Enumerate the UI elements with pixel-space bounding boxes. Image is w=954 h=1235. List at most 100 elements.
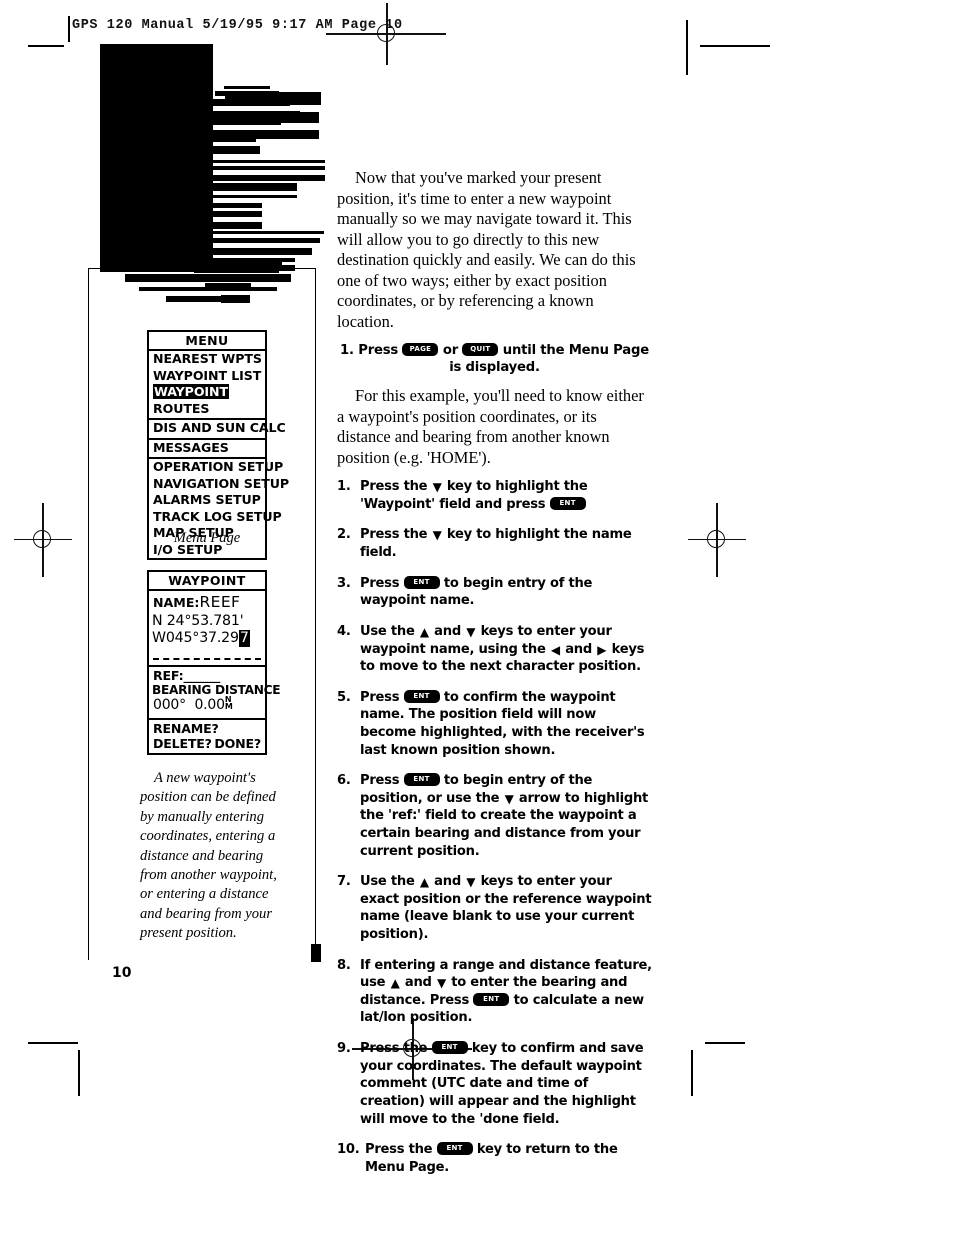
- instruction-step-7: 7. Use the ▲ and ▼ keys to enter your exa…: [337, 874, 652, 943]
- menu-item-waypoint[interactable]: WAYPOINT: [149, 384, 265, 400]
- registration-mark-top: [326, 3, 446, 65]
- arrow-up-icon: ▲: [390, 976, 400, 991]
- arrow-down-icon: ▼: [436, 976, 446, 991]
- menu-item-label: DIS AND SUN CALC: [153, 420, 286, 436]
- chapter-title-line1: Getting: [11, 59, 102, 84]
- menu-item-dis-and-sun-calc[interactable]: DIS AND SUN CALC: [149, 420, 286, 440]
- crop-mark-bottom-right: [705, 1042, 745, 1044]
- menu-item-alarms-setup[interactable]: ALARMS SETUP: [149, 492, 265, 508]
- waypoint-bearing-header: BEARING: [152, 683, 212, 698]
- menu-item-list: NEAREST WPTS WAYPOINT LIST WAYPOINT ROUTES D…: [149, 351, 289, 558]
- menu-page-step-num: 1.: [340, 342, 359, 358]
- header-rule: [68, 16, 70, 42]
- instruction-step-1: 1. Press the ▼ key to highlight the 'Wayp…: [337, 479, 588, 512]
- enter-key-icon: ENT: [431, 1041, 468, 1055]
- waypoint-name-label: NAME:: [153, 595, 200, 611]
- crop-mark-top-right: [700, 45, 770, 48]
- chapter-title-line2: Started: [12, 87, 101, 113]
- enter-key-icon: ENT: [549, 496, 586, 510]
- menu-item-operation-setup[interactable]: OPERATION SETUP: [149, 459, 283, 475]
- example-paragraph: For this example, you'll need to know ei…: [337, 385, 644, 467]
- chapter-title: Getting Started: [0, 58, 113, 115]
- waypoint-distance-value: 0.00: [194, 697, 225, 714]
- waypoint-ref-value: ______: [183, 668, 221, 684]
- waypoint-distance-unit: NM: [224, 696, 233, 711]
- waypoint-name-value: REEF: [199, 593, 241, 612]
- crop-mark-top-left: [28, 45, 64, 48]
- enter-key-icon: ENT: [436, 1142, 473, 1156]
- arrow-down-icon: ▼: [466, 624, 476, 639]
- instruction-step-4: 4. Use the ▲ and ▼ keys to enter your way…: [337, 623, 645, 675]
- waypoint-delete-action: DELETE? DONE?: [153, 736, 261, 751]
- menu-page-step: 1. Press PAGE or QUIT until the Menu Pag…: [337, 342, 652, 376]
- waypoint-page-screenshot: WAYPOINT NAME:REEF N 24°53.781' W045°37.…: [147, 570, 281, 756]
- sidebar-end-tick: [311, 944, 321, 962]
- enter-key-icon: ENT: [403, 575, 440, 589]
- menu-item-label: NEAREST WPTS: [153, 351, 262, 367]
- instruction-step-3: 3. Press ENT to begin entry of the waypoi…: [337, 575, 593, 609]
- print-header-text: GPS 120 Manual 5/19/95 9:17 AM Page 10: [72, 18, 403, 33]
- menu-page-caption: Menu Page: [173, 530, 241, 546]
- waypoint-longitude: W045°37.297: [149, 629, 265, 648]
- crop-mark-top-right-vert: [686, 20, 688, 75]
- step-number: 5.: [337, 689, 351, 705]
- menu-item-label: ALARMS SETUP: [153, 492, 261, 508]
- arrow-down-icon: ▼: [432, 480, 442, 495]
- step-number: 7.: [337, 874, 351, 890]
- instruction-step-10: 10. Press the ENT key to return to the Me…: [337, 1142, 618, 1175]
- waypoint-page-caption: A new waypoint's position can be defined…: [140, 770, 277, 942]
- waypoint-screen-title: WAYPOINT: [149, 572, 265, 592]
- enter-key-icon: ENT: [403, 689, 440, 703]
- step-number: 2.: [337, 527, 351, 543]
- crop-mark-bottom-left-vert: [78, 1050, 80, 1096]
- menu-item-label: ROUTES: [153, 400, 210, 416]
- step-number: 9.: [337, 1041, 351, 1057]
- menu-screen-title: MENU: [149, 332, 265, 352]
- arrow-down-icon: ▼: [466, 875, 476, 890]
- menu-item-messages[interactable]: MESSAGES: [149, 440, 265, 460]
- chapter-subtitle: Entering a Waypoint: [0, 152, 113, 192]
- waypoint-name-row: NAME:REEF: [149, 591, 265, 612]
- delete-label: DELETE?: [153, 736, 212, 752]
- intro-paragraph: Now that you've marked your present posi…: [337, 168, 636, 332]
- menu-item-routes[interactable]: ROUTES: [149, 400, 265, 421]
- unit-bottom: M: [224, 701, 233, 711]
- chapter-subtitle-line2: Waypoint: [27, 172, 86, 190]
- arrow-down-icon: ▼: [432, 528, 442, 543]
- step-number: 1.: [337, 479, 351, 495]
- menu-item-navigation-setup[interactable]: NAVIGATION SETUP: [149, 476, 289, 492]
- arrow-down-icon: ▼: [504, 791, 514, 806]
- menu-item-label: WAYPOINT: [153, 384, 229, 400]
- step-number: 8.: [337, 957, 351, 973]
- registration-mark-left: [14, 503, 72, 577]
- instruction-step-6: 6. Press ENT to begin entry of the positi…: [337, 773, 649, 859]
- waypoint-ref-row: REF:______: [149, 667, 265, 683]
- crop-mark-bottom-left: [28, 1042, 78, 1045]
- page-key-icon: PAGE: [402, 342, 439, 356]
- waypoint-latitude: N 24°53.781': [152, 612, 244, 629]
- menu-item-waypoint-list[interactable]: WAYPOINT LIST: [149, 368, 265, 384]
- waypoint-solid-divider: [149, 660, 265, 668]
- arrow-right-icon: ▶: [597, 642, 607, 657]
- chapter-subtitle-line1: Entering a: [23, 153, 90, 170]
- menu-item-nearest-wpts[interactable]: NEAREST WPTS: [149, 351, 265, 367]
- step-number: 4.: [337, 623, 351, 639]
- waypoint-longitude-text: W045°37.29: [152, 629, 239, 646]
- menu-item-track-log-setup[interactable]: TRACK LOG SETUP: [149, 509, 282, 525]
- arrow-left-icon: ◀: [550, 642, 560, 657]
- instruction-step-9: 9. Press the ENT key to confirm and save …: [337, 1041, 644, 1127]
- arrow-up-icon: ▲: [419, 624, 429, 639]
- arrow-up-icon: ▲: [419, 875, 429, 890]
- waypoint-bearing-distance-values: 000° 0.00N M: [149, 696, 265, 714]
- menu-item-label: WAYPOINT LIST: [153, 367, 262, 383]
- waypoint-actions-divider: [149, 713, 265, 721]
- instruction-step-2: 2. Press the ▼ key to highlight the name …: [337, 527, 632, 561]
- waypoint-actions: RENAME? DELETE? DONE?: [149, 720, 265, 753]
- menu-item-label: NAVIGATION SETUP: [153, 475, 289, 491]
- instruction-steps: 1. Press the ▼ key to highlight the 'Wayp…: [337, 478, 652, 1176]
- menu-page-step-text-b: or: [438, 342, 463, 358]
- waypoint-done-action: DONE?: [214, 736, 261, 752]
- waypoint-dashed-divider: [153, 650, 261, 661]
- step-number: 10.: [337, 1142, 360, 1158]
- menu-page-screenshot: MENU NEAREST WPTS WAYPOINT LIST WAYPOINT RO…: [147, 330, 289, 561]
